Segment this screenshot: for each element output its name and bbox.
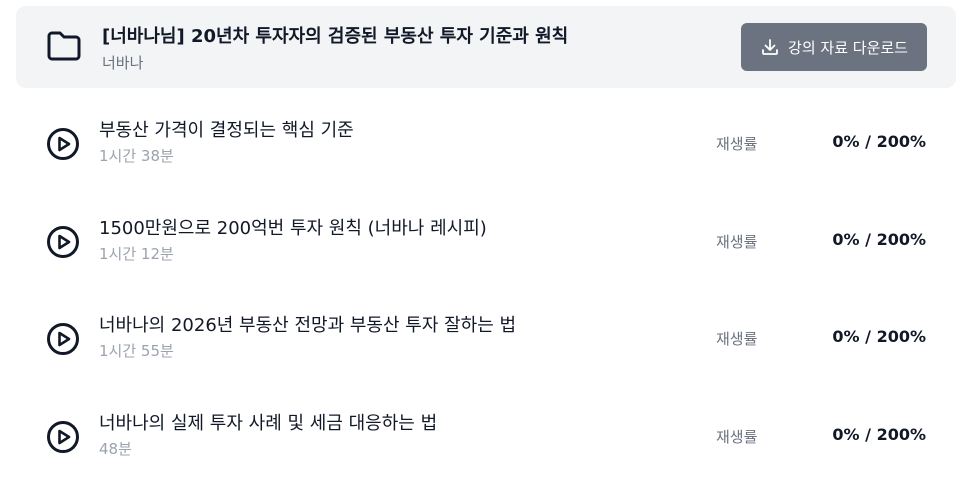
course-header: [너바나님] 20년차 투자자의 검증된 부동산 투자 기준과 원칙 너바나 강… [16,6,956,88]
progress-value: 0% / 200% [832,327,926,346]
lecture-duration: 1시간 55분 [99,342,174,360]
lecture-title[interactable]: 1500만원으로 200억번 투자 원칙 (너바나 레시피) [99,214,487,240]
progress-label: 재생률 [716,428,758,446]
progress-value: 0% / 200% [832,230,926,249]
lecture-duration: 48분 [99,440,132,458]
lecture-row[interactable]: 너바나의 2026년 부동산 전망과 부동산 투자 잘하는 법 1시간 55분 … [16,291,956,387]
lecture-title[interactable]: 너바나의 실제 투자 사례 및 세금 대응하는 법 [99,409,437,435]
download-materials-button[interactable]: 강의 자료 다운로드 [741,23,927,71]
course-title: [너바나님] 20년차 투자자의 검증된 부동산 투자 기준과 원칙 [102,26,569,47]
course-author: 너바나 [102,54,144,72]
play-circle-icon[interactable] [46,322,80,356]
folder-icon [47,31,81,61]
lecture-duration: 1시간 38분 [99,147,174,165]
progress-label: 재생률 [716,233,758,251]
lecture-duration: 1시간 12분 [99,245,174,263]
lecture-title[interactable]: 너바나의 2026년 부동산 전망과 부동산 투자 잘하는 법 [99,311,516,337]
download-button-label: 강의 자료 다운로드 [788,38,908,57]
progress-label: 재생률 [716,135,758,153]
lecture-row[interactable]: 너바나의 실제 투자 사례 및 세금 대응하는 법 48분 재생률 0% / 2… [16,389,956,485]
progress-label: 재생률 [716,330,758,348]
play-circle-icon[interactable] [46,420,80,454]
lecture-title[interactable]: 부동산 가격이 결정되는 핵심 기준 [99,116,354,142]
download-icon [762,39,778,55]
play-circle-icon[interactable] [46,225,80,259]
progress-value: 0% / 200% [832,132,926,151]
progress-value: 0% / 200% [832,425,926,444]
lecture-row[interactable]: 1500만원으로 200억번 투자 원칙 (너바나 레시피) 1시간 12분 재… [16,194,956,290]
play-circle-icon[interactable] [46,127,80,161]
lecture-row[interactable]: 부동산 가격이 결정되는 핵심 기준 1시간 38분 재생률 0% / 200% [16,96,956,192]
